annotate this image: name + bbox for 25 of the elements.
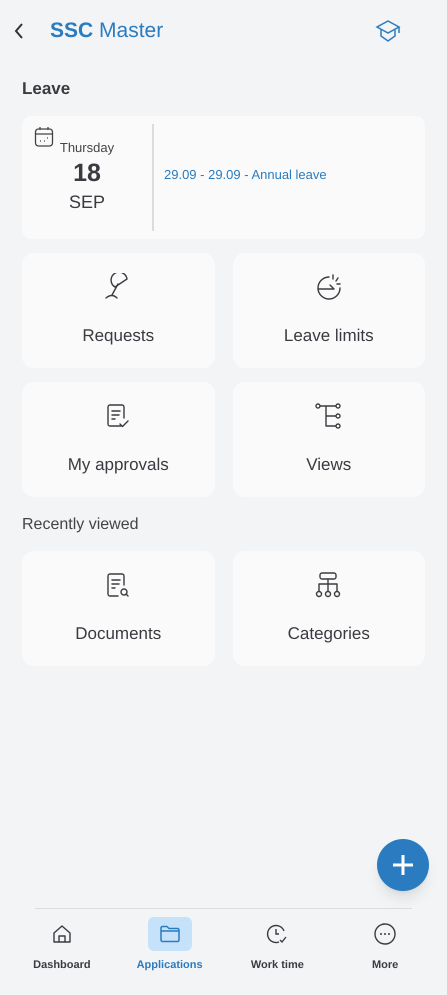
section-heading: Leave [22, 78, 72, 100]
month-label: SEP [68, 191, 106, 214]
weekday-label: Thursday [60, 138, 114, 157]
leave-card[interactable]: Thursday 18 SEP 29.09 - 29.09 - Annual leave [22, 116, 425, 238]
back-icon [13, 22, 25, 40]
nav-tab[interactable]: Applications [116, 909, 224, 995]
app-title: SSC Master [50, 18, 164, 44]
app-tile[interactable]: My approvals [22, 382, 214, 496]
nav-tab[interactable]: Dashboard [8, 909, 116, 995]
nav-tab[interactable]: Work time [224, 909, 332, 995]
nav-tab[interactable]: More [331, 909, 439, 995]
leave-entry[interactable]: 29.09 - 29.09 - Annual leave [164, 165, 327, 185]
more-icon [373, 922, 398, 946]
app-tile[interactable]: Categories [232, 550, 425, 666]
add-button[interactable] [377, 839, 429, 891]
day-number: 18 [73, 158, 101, 189]
section-heading: Recently viewed [22, 514, 140, 534]
app-tile[interactable]: Requests [22, 252, 214, 368]
app-tile[interactable]: Views [232, 382, 425, 496]
plus-icon [391, 853, 415, 877]
app-tile[interactable]: Leave limits [232, 252, 425, 368]
app-tile[interactable]: Documents [22, 550, 214, 666]
calendar-icon [34, 126, 54, 148]
clock-check-icon [265, 922, 290, 946]
graduation-cap-icon[interactable] [375, 19, 401, 43]
